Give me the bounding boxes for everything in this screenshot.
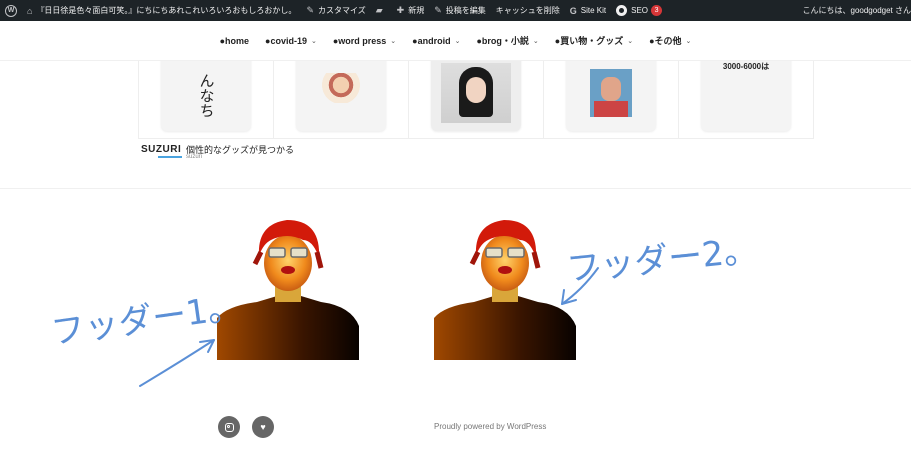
arrow-2-icon xyxy=(561,267,599,305)
powered-by-wordpress[interactable]: Proudly powered by WordPress xyxy=(434,422,546,431)
arrow-1-icon xyxy=(139,339,215,387)
twitter-link[interactable]: ♥ xyxy=(252,416,274,438)
annotation-arrows xyxy=(139,267,599,387)
twitter-icon: ♥ xyxy=(260,422,266,432)
instagram-link[interactable] xyxy=(218,416,240,438)
instagram-icon xyxy=(224,422,234,432)
